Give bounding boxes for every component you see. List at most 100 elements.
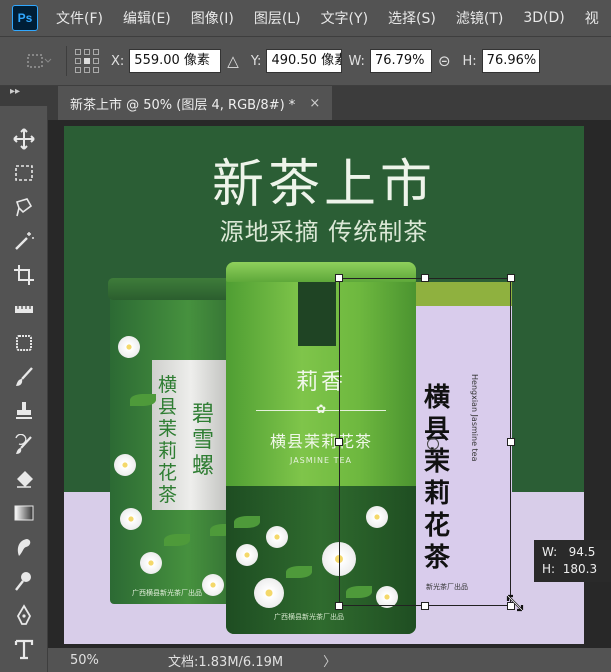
jasmine-flower-icon: [266, 526, 288, 548]
w-label: W:: [348, 53, 365, 69]
link-proportions-icon[interactable]: ⊝: [438, 52, 451, 70]
left-tin-footer: 广西横县新光茶厂出品: [132, 589, 202, 597]
left-tin-text: 横县茉莉花茶: [158, 374, 178, 506]
canvas-headline: 新茶上市: [211, 155, 436, 215]
lasso-tool-icon[interactable]: [8, 192, 40, 222]
history-brush-icon[interactable]: [8, 430, 40, 460]
pen-tool-icon[interactable]: [8, 600, 40, 630]
menu-view[interactable]: 视: [575, 8, 609, 28]
menu-type[interactable]: 文字(Y): [311, 8, 378, 28]
leaf-icon: [130, 394, 156, 406]
canvas-subline: 源地采摘 传统制茶: [219, 218, 429, 246]
right-tea-tin[interactable]: 横县茉莉花茶 Hengxian Jasmine tea 新光茶厂出品: [410, 282, 512, 608]
y-label: Y:: [250, 53, 262, 69]
jasmine-flower-icon: [236, 544, 258, 566]
status-bar: 50% 文档:1.83M/6.19M 〉: [48, 648, 611, 672]
right-tin-title: 横县茉莉花茶: [424, 383, 451, 573]
transform-handle-top[interactable]: [421, 274, 429, 282]
document-tab[interactable]: 新茶上市 @ 50% (图层 4, RGB/8#) * ×: [58, 86, 333, 120]
center-tin-footer: 广西横县新光茶厂出品: [274, 613, 344, 621]
transform-handle-bottom[interactable]: [421, 602, 429, 610]
menu-bar: Ps 文件(F) 编辑(E) 图像(I) 图层(L) 文字(Y) 选择(S) 滤…: [0, 0, 611, 36]
magic-wand-icon[interactable]: [8, 226, 40, 256]
menu-select[interactable]: 选择(S): [378, 8, 446, 28]
smudge-icon[interactable]: [8, 532, 40, 562]
menu-filter[interactable]: 滤镜(T): [446, 8, 513, 28]
tools-panel: [0, 106, 48, 672]
center-tin-lid: [226, 262, 416, 282]
document-tab-title: 新茶上市 @ 50% (图层 4, RGB/8#) *: [70, 97, 296, 113]
menu-3d[interactable]: 3D(D): [513, 10, 574, 26]
transform-handle-bottom-left[interactable]: [335, 602, 343, 610]
menu-layer[interactable]: 图层(L): [244, 8, 311, 28]
jasmine-flower-icon: [120, 508, 142, 530]
tooltip-h-value: 180.3: [562, 562, 598, 576]
tool-preset-picker[interactable]: [18, 46, 58, 76]
jasmine-flower-icon: [254, 578, 284, 608]
close-icon[interactable]: ×: [309, 96, 320, 111]
type-tool-icon[interactable]: [8, 634, 40, 664]
tooltip-w-label: W:: [542, 545, 558, 559]
transform-center-icon[interactable]: [427, 438, 439, 450]
leaf-icon: [286, 566, 312, 578]
panel-collapse-icon[interactable]: ▸▸: [0, 86, 58, 106]
center-tin-english: JASMINE TEA: [289, 456, 353, 465]
y-position-input[interactable]: 490.50 像素: [266, 49, 343, 73]
resize-cursor-icon: [506, 594, 524, 612]
center-tin-title: 莉香: [295, 370, 346, 395]
jasmine-flower-icon: [366, 506, 388, 528]
menu-file[interactable]: 文件(F): [46, 8, 113, 28]
right-tin-english: Hengxian Jasmine tea: [470, 374, 479, 462]
brush-tool-icon[interactable]: [8, 362, 40, 392]
jasmine-flower-icon: [114, 454, 136, 476]
x-position-input[interactable]: 559.00 像素: [129, 49, 222, 73]
center-tin-name: 横县茉莉花茶: [269, 432, 372, 451]
transform-handle-left[interactable]: [335, 438, 343, 446]
menu-edit[interactable]: 编辑(E): [113, 8, 181, 28]
width-percent-input[interactable]: 76.79%: [369, 49, 432, 73]
jasmine-flower-icon: [202, 574, 224, 596]
flower-emblem-icon: ✿: [315, 402, 327, 416]
leaf-icon: [234, 516, 260, 528]
crop-tool-icon[interactable]: [8, 260, 40, 290]
jasmine-flower-icon: [376, 586, 398, 608]
left-tin-brand: 碧雪螺: [192, 402, 215, 479]
patch-tool-icon[interactable]: [8, 328, 40, 358]
transform-handle-right[interactable]: [507, 438, 515, 446]
left-tea-tin[interactable]: 横县茉莉花茶 碧雪螺 广西横县新光茶厂出品: [108, 278, 242, 604]
relative-position-icon[interactable]: △: [227, 52, 239, 70]
marquee-tool-icon[interactable]: [8, 158, 40, 188]
transform-preset-icon: [27, 54, 52, 68]
transform-size-tooltip: W: 94.5 H: 180.3: [534, 540, 611, 582]
status-menu-chevron-icon[interactable]: 〉: [323, 651, 336, 670]
divider: [66, 46, 67, 76]
menu-image[interactable]: 图像(I): [181, 8, 244, 28]
gradient-icon[interactable]: [8, 498, 40, 528]
document-size-info: 文档:1.83M/6.19M: [168, 654, 284, 670]
leaf-icon: [164, 534, 190, 546]
eraser-icon[interactable]: [8, 464, 40, 494]
right-tin-footer: 新光茶厂出品: [426, 583, 468, 591]
dodge-icon[interactable]: [8, 566, 40, 596]
h-label: H:: [462, 53, 477, 69]
artwork-canvas[interactable]: 新茶上市 源地采摘 传统制茶 横县茉莉花茶 碧雪螺 广西横县新光茶厂出品 横县茉…: [64, 126, 584, 644]
options-bar: X: 559.00 像素 △ Y: 490.50 像素 W: 76.79% ⊝ …: [0, 36, 611, 86]
stamp-tool-icon[interactable]: [8, 396, 40, 426]
center-tea-tin[interactable]: 莉香 ✿ 横县茉莉花茶 JASMINE TEA 广西横县新光茶厂出品: [226, 262, 416, 634]
x-label: X:: [111, 53, 125, 69]
photoshop-logo-icon: Ps: [12, 5, 38, 31]
ruler-icon[interactable]: [8, 294, 40, 324]
right-tin-lid-band: [410, 282, 512, 306]
transform-handle-top-right[interactable]: [507, 274, 515, 282]
zoom-level[interactable]: 50%: [48, 653, 114, 668]
center-tin-window: [298, 282, 336, 346]
reference-point-grid-icon[interactable]: [75, 49, 99, 73]
transform-handle-top-left[interactable]: [335, 274, 343, 282]
tooltip-w-value: 94.5: [568, 545, 596, 559]
jasmine-flower-icon: [140, 552, 162, 574]
jasmine-flower-icon: [322, 542, 356, 576]
move-tool-icon[interactable]: [8, 124, 40, 154]
height-percent-input[interactable]: 76.96%: [481, 49, 540, 73]
left-tin-lid: [108, 278, 242, 300]
jasmine-flower-icon: [118, 336, 140, 358]
